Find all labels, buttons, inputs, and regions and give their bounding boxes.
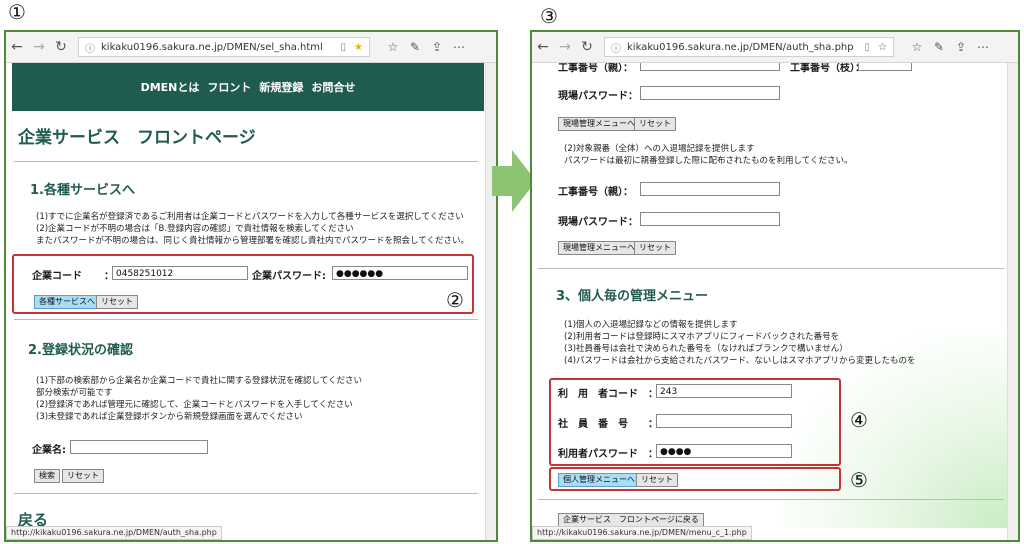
highlight-box-2 [12,254,474,314]
site-nav-banner: DMENとは フロント 新規登録 お問合せ [12,63,484,111]
site-note-2: パスワードは最初に親番登録した際に配布されたものを利用してください。 [564,156,853,166]
page-title: 企業サービス フロントページ [18,128,256,148]
site-password-input[interactable] [640,86,780,100]
construction-no-branch-input[interactable] [858,63,912,71]
step-5-label: ⑤ [850,468,868,492]
construction-no-parent-label: 工事番号（親）： [558,187,633,198]
divider [14,493,478,494]
section1-title: 1.各種サービスへ [30,183,135,198]
personal-note-3: (3)社員番号は会社で決められた番号を（なければブランクで構いません） [564,344,848,354]
construction-no-parent-label-top: 工事番号（親）： [558,63,633,74]
divider [14,319,478,320]
construction-no-branch-label: 工事番号（枝）： [790,63,865,74]
section2-note-2: 部分検索が可能です [36,388,113,398]
right-status-bar: http://kikaku0196.sakura.ne.jp/DMEN/menu… [532,526,752,540]
divider [14,161,478,162]
back-to-front-button[interactable]: 企業サービス フロントページに戻る [558,513,704,527]
personal-note-4: (4)パスワードは会社から支給されたパスワード、ないしはスマホアプリから変更した… [564,356,916,366]
step-3-label: ③ [540,4,558,28]
company-name-input[interactable] [70,440,208,454]
forward-icon[interactable]: → [554,39,576,55]
section2-title: 2.登録状況の確認 [28,343,133,358]
more-icon[interactable]: ⋯ [972,40,994,54]
reading-view-icon[interactable]: ▯ [341,42,347,53]
site-password-label: 現場パスワード： [558,91,638,102]
nav-register[interactable]: 新規登録 [259,79,303,95]
refresh-icon[interactable]: ↻ [576,39,598,55]
personal-note-1: (1)個人の入退場記録などの情報を提供します [564,320,738,330]
construction-no-parent-input-top[interactable] [640,63,780,71]
divider [538,499,1004,500]
highlight-box-5 [549,467,841,491]
section1-note-1: (1)すでに企業名が登録済であるご利用者は企業コードとパスワードを入力して各種サ… [36,212,464,222]
favorite-star-icon[interactable]: ★ [354,42,363,53]
refresh-icon[interactable]: ↻ [50,39,72,55]
left-browser-toolbar: ← → ↻ ⓘ kikaku0196.sakura.ne.jp/DMEN/sel… [6,32,496,63]
site-menu-button-2[interactable]: 現場管理メニューへ [558,241,640,255]
right-browser-toolbar: ← → ↻ ⓘ kikaku0196.sakura.ne.jp/DMEN/aut… [532,32,1018,63]
favorites-hub-icon[interactable]: ☆ [382,40,404,54]
step-4-label: ④ [850,408,868,432]
divider [538,268,1004,269]
pen-icon[interactable]: ✎ [928,40,950,54]
address-text: kikaku0196.sakura.ne.jp/DMEN/sel_sha.htm… [101,41,323,53]
address-text: kikaku0196.sakura.ne.jp/DMEN/auth_sha.ph… [627,41,854,53]
back-icon[interactable]: ← [532,39,554,55]
favorites-hub-icon[interactable]: ☆ [906,40,928,54]
step-2-label: ② [446,288,464,312]
step-1-label: ① [8,0,26,24]
construction-no-parent-input[interactable] [640,182,780,196]
info-icon: ⓘ [611,43,621,55]
info-icon: ⓘ [85,43,95,55]
reading-view-icon[interactable]: ▯ [865,42,871,53]
left-status-bar: http://kikaku0196.sakura.ne.jp/DMEN/auth… [6,526,222,540]
section2-note-3: (2)登録済であれば管理元に確認して、企業コードとパスワードを入手してください [36,400,353,410]
personal-note-2: (2)利用者コードは登録時にスマホアプリにフィードバックされた番号を [564,332,840,342]
share-icon[interactable]: ⇪ [426,40,448,54]
address-bar[interactable]: ⓘ kikaku0196.sakura.ne.jp/DMEN/sel_sha.h… [78,37,370,57]
site-password-label-2: 現場パスワード： [558,217,638,228]
more-icon[interactable]: ⋯ [448,40,470,54]
pen-icon[interactable]: ✎ [404,40,426,54]
section1-note-2: (2)企業コードが不明の場合は「B.登録内容の確認」で貴社情報を検索してください [36,224,354,234]
section3-title: 3、個人毎の管理メニュー [556,289,709,304]
nav-front[interactable]: フロント [207,79,251,95]
site-reset-button-2[interactable]: リセット [634,241,676,255]
section2-note-4: (3)未登録であれば企業登録ボタンから新規登録画面を選んでください [36,412,303,422]
nav-contact[interactable]: お問合せ [311,79,355,95]
right-scrollbar[interactable] [1007,63,1018,540]
left-scrollbar[interactable] [485,63,496,540]
back-icon[interactable]: ← [6,39,28,55]
search-reset-button[interactable]: リセット [62,469,104,483]
section2-note-1: (1)下部の検索部から企業名か企業コードで貴社に関する登録状況を確認してください [36,376,363,386]
site-note-1: (2)対象親番（全体）への入退場記録を提供します [564,144,755,154]
share-icon[interactable]: ⇪ [950,40,972,54]
section1-note-3: またパスワードが不明の場合は、同じく貴社情報から管理部署を確認し貴社内でパスワー… [36,236,469,246]
highlight-box-4 [549,378,841,466]
search-button[interactable]: 検索 [34,469,60,483]
company-name-label: 企業名: [32,445,66,456]
site-menu-button[interactable]: 現場管理メニューへ [558,117,640,131]
site-reset-button[interactable]: リセット [634,117,676,131]
favorite-star-icon[interactable]: ☆ [878,42,887,53]
site-password-input-2[interactable] [640,212,780,226]
forward-icon[interactable]: → [28,39,50,55]
nav-about[interactable]: DMENとは [141,79,200,95]
address-bar[interactable]: ⓘ kikaku0196.sakura.ne.jp/DMEN/auth_sha.… [604,37,894,57]
